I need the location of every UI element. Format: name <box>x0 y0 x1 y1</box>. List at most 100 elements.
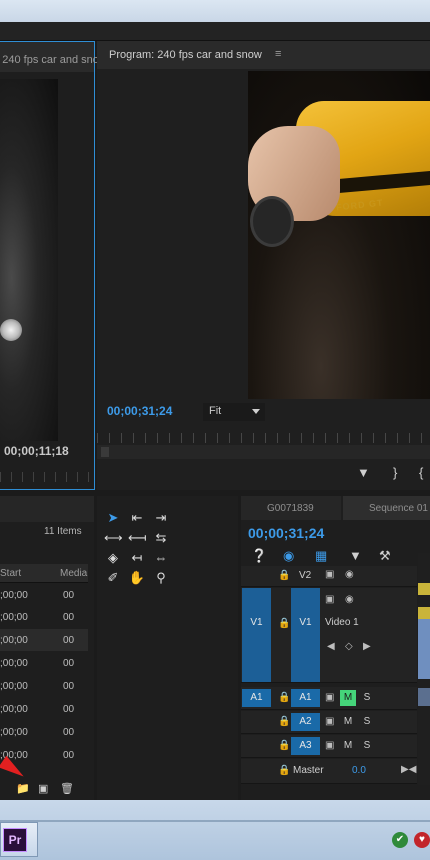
linked-selection-icon[interactable]: ◉ <box>283 548 294 564</box>
add-marker-icon[interactable]: ▦ <box>315 548 327 564</box>
film-icon[interactable]: ▣ <box>325 594 334 605</box>
lock-icon[interactable]: 🔒 <box>278 618 290 629</box>
video-clip-v2[interactable] <box>418 583 430 595</box>
taskbar-divider <box>0 820 430 822</box>
track-v1[interactable]: V1 🔒 V1 ▣ ◉ Video 1 ◀ ◇ ▶ <box>241 588 417 683</box>
in-out-icon[interactable]: } <box>393 465 397 480</box>
razor-icon[interactable]: ◈ <box>104 550 122 566</box>
track-master[interactable]: 🔒 Master 0.0 ▶◀ <box>241 759 417 784</box>
item-count: 11 Items <box>44 526 82 537</box>
slip-icon[interactable]: ↤ <box>128 550 146 566</box>
program-monitor-tab[interactable]: Program: 240 fps car and snow ≡ <box>97 41 430 69</box>
premiere-taskbar-button[interactable]: Pr <box>0 822 38 857</box>
lock-icon[interactable]: 🔒 <box>278 740 290 751</box>
timeline-panel: G0071839 Sequence 01 00;00;31;24 ❔ ◉ ▦ ▼… <box>241 496 430 800</box>
project-panel: 11 Items Start Media ;00;00 00 ;00;00 00 ;… <box>0 496 94 800</box>
slide-icon[interactable]: ⇔ <box>152 550 170 566</box>
film-icon[interactable]: ▣ <box>325 740 334 751</box>
zoom-icon[interactable]: ⚲ <box>152 570 170 586</box>
film-icon[interactable]: ▣ <box>325 569 334 580</box>
video-clip-v1[interactable] <box>418 607 430 619</box>
video-clip-body[interactable] <box>418 619 430 679</box>
program-time-ruler[interactable] <box>97 433 430 443</box>
a1-target[interactable]: A1 <box>291 689 320 707</box>
mute-button-a2[interactable]: M <box>340 714 356 730</box>
wrench-icon[interactable]: ⚒ <box>379 548 391 564</box>
tab-g0071839[interactable]: G0071839 <box>241 496 341 520</box>
a3-target[interactable]: A3 <box>291 737 320 755</box>
source-timecode[interactable]: 00;00;11;18 <box>4 444 69 458</box>
network-tray-icon[interactable]: ♥ <box>414 832 430 848</box>
new-item-icon[interactable]: ▣ <box>38 782 48 795</box>
film-icon[interactable]: ▣ <box>325 692 334 703</box>
source-monitor-tab[interactable]: e: 240 fps car and snow <box>0 42 107 72</box>
panel-menu-icon[interactable]: ≡ <box>275 48 281 60</box>
track-a3[interactable]: 🔒 A3 ▣ M S <box>241 735 417 758</box>
taskbar: Pr ✔ ♥ <box>0 800 430 860</box>
program-video-frame: FORD GT <box>248 71 430 399</box>
tools-panel: ➤ ⇤ ⇥ ⟷ ⟻ ⇆ ◈ ↤ ⇔ ✐ ✋ ⚲ <box>97 496 238 800</box>
program-title: Program: 240 fps car and snow <box>109 49 262 61</box>
clip-area[interactable] <box>418 553 430 785</box>
scroll-handle[interactable] <box>101 447 109 457</box>
v1-source-patch[interactable]: V1 <box>242 588 271 682</box>
next-keyframe-icon[interactable]: ▶ <box>363 641 371 652</box>
eye-icon[interactable]: ◉ <box>345 569 354 580</box>
program-scrollbar[interactable] <box>97 445 430 459</box>
marker-icon[interactable]: ▼ <box>349 548 362 563</box>
solo-button-a1[interactable]: S <box>359 690 375 706</box>
film-icon[interactable]: ▣ <box>325 716 334 727</box>
track-select-back-icon[interactable]: ⇥ <box>152 510 170 526</box>
source-monitor-panel: e: 240 fps car and snow 00;00;11;18 + <box>0 41 107 520</box>
table-row[interactable]: ;00;00 00 <box>0 698 88 720</box>
go-to-end-icon[interactable]: ▶◀ <box>401 764 416 775</box>
table-row[interactable]: ;00;00 00 <box>0 584 88 606</box>
project-tab[interactable] <box>0 496 94 522</box>
audio-clip[interactable] <box>418 688 430 706</box>
timeline-timecode[interactable]: 00;00;31;24 <box>248 525 324 541</box>
table-row[interactable]: ;00;00 00 <box>0 629 88 651</box>
mute-button-a3[interactable]: M <box>340 738 356 754</box>
rate-stretch-icon[interactable]: ⇆ <box>152 530 170 546</box>
tab-sequence-01[interactable]: Sequence 01 <box>343 496 430 520</box>
rolling-edit-icon[interactable]: ⟻ <box>128 530 147 546</box>
track-a1[interactable]: A1 🔒 A1 ▣ M S <box>241 687 417 710</box>
marker-icon[interactable]: ▼ <box>357 465 370 480</box>
zoom-level-dropdown[interactable]: Fit <box>203 403 265 421</box>
program-timecode[interactable]: 00;00;31;24 <box>107 404 172 418</box>
hand-icon[interactable]: ✋ <box>128 570 146 586</box>
solo-button-a3[interactable]: S <box>359 738 375 754</box>
keyframe-icon[interactable]: ◇ <box>345 641 353 652</box>
program-monitor-panel: Program: 240 fps car and snow ≡ FORD GT … <box>97 41 430 490</box>
a2-target[interactable]: A2 <box>291 713 320 731</box>
step-icon[interactable]: { <box>419 465 423 480</box>
selection-tool-icon[interactable]: ➤ <box>104 510 122 526</box>
pen-icon[interactable]: ✐ <box>104 570 122 586</box>
table-row[interactable]: ;00;00 00 <box>0 675 88 697</box>
lock-icon[interactable]: 🔒 <box>278 716 290 727</box>
table-row[interactable]: ;00;00 00 <box>0 652 88 674</box>
security-tray-icon[interactable]: ✔ <box>392 832 408 848</box>
track-a2[interactable]: 🔒 A2 ▣ M S <box>241 711 417 734</box>
eye-icon[interactable]: ◉ <box>345 594 354 605</box>
v1-target[interactable]: V1 <box>291 588 320 682</box>
mute-button-a1[interactable]: M <box>340 690 356 706</box>
folder-icon[interactable]: 📁 <box>16 782 30 795</box>
prev-keyframe-icon[interactable]: ◀ <box>327 641 335 652</box>
table-row[interactable]: ;00;00 00 <box>0 721 88 743</box>
snap-icon[interactable]: ❔ <box>251 548 267 564</box>
master-volume[interactable]: 0.0 <box>352 765 366 776</box>
track-select-icon[interactable]: ⇤ <box>128 510 146 526</box>
lock-icon[interactable]: 🔒 <box>278 692 290 703</box>
lock-icon[interactable]: 🔒 <box>278 570 290 581</box>
column-media[interactable]: Media <box>60 568 87 579</box>
lock-icon[interactable]: 🔒 <box>278 765 290 776</box>
trash-icon[interactable]: 🗑 <box>60 782 74 795</box>
table-row[interactable]: ;00;00 00 <box>0 606 88 628</box>
solo-button-a2[interactable]: S <box>359 714 375 730</box>
column-start[interactable]: Start <box>0 568 21 579</box>
a1-source-patch[interactable]: A1 <box>242 689 271 707</box>
track-v2[interactable]: 🔒 V2 ▣ ◉ <box>241 566 417 587</box>
source-time-ruler[interactable] <box>0 472 94 482</box>
ripple-edit-icon[interactable]: ⟷ <box>104 530 123 546</box>
